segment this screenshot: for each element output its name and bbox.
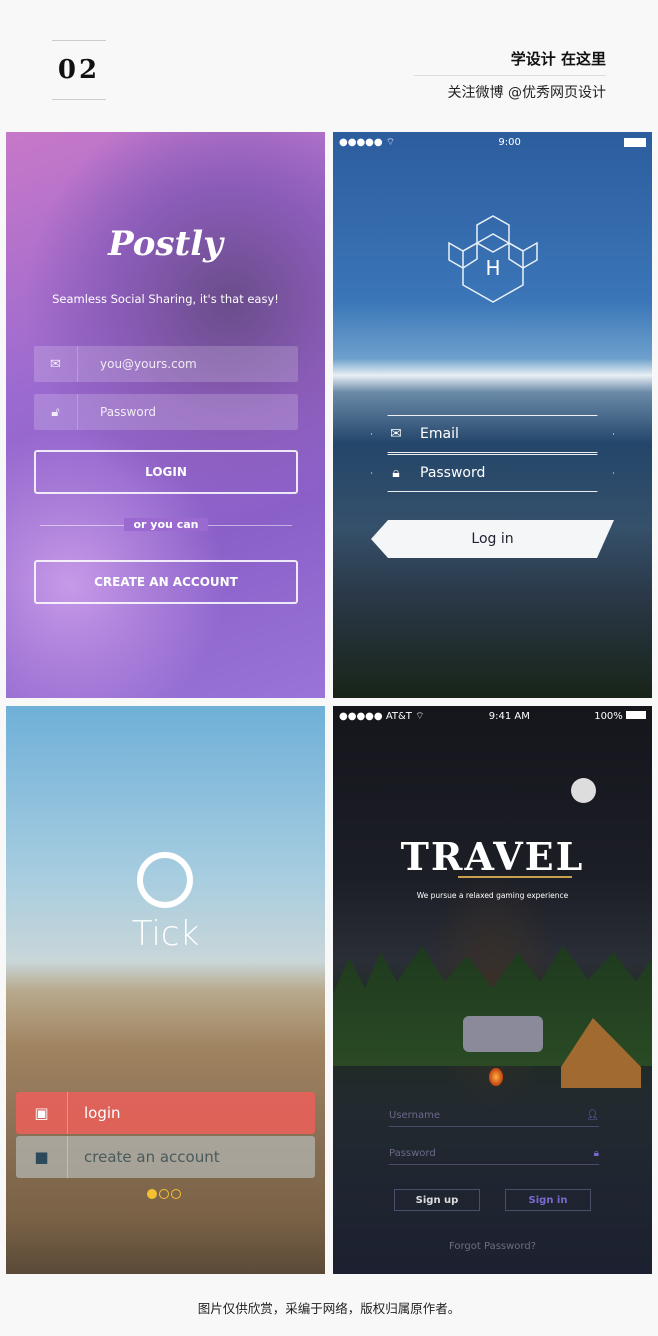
postly-login-screen: Postly Seamless Social Sharing, it's tha… xyxy=(6,132,325,698)
postly-tagline: Seamless Social Sharing, it's that easy! xyxy=(52,292,279,306)
page-indicator xyxy=(147,1189,181,1199)
carrier: ●●●●● AT&T ⌔ xyxy=(339,710,425,722)
password-placeholder: Password xyxy=(420,465,486,481)
login-button[interactable]: ▣ login xyxy=(16,1092,315,1134)
status-bar: ●●●●● ︎⌔ 9:00 xyxy=(333,132,652,152)
login-button[interactable]: LOGIN xyxy=(34,450,298,494)
battery-icon xyxy=(624,137,646,147)
tick-logo: Tick xyxy=(131,914,200,954)
moon-icon xyxy=(571,778,596,803)
page-dot[interactable] xyxy=(171,1189,181,1199)
logo-underline xyxy=(458,876,572,878)
forgot-password-link[interactable]: Forgot Password? xyxy=(333,1241,652,1252)
battery-icon xyxy=(625,710,646,719)
footer-note: 图片仅供欣赏，采编于网络，版权归属原作者。 xyxy=(197,1301,461,1316)
lock-icon: 🔒︎ xyxy=(593,1148,599,1159)
password-placeholder: Password xyxy=(100,405,157,419)
hex-logo-letter: H xyxy=(485,256,501,280)
slogan-title: 学设计 在这里 xyxy=(414,48,606,76)
box-open-icon: ▣ xyxy=(16,1092,68,1134)
status-bar: ●●●●● AT&T ⌔ 9:41 AM 100% xyxy=(333,706,652,726)
username-placeholder: Username xyxy=(389,1110,440,1121)
hex-login-screen: ●●●●● ︎⌔ 9:00 H ✉ Email 🔒︎ Password Log in xyxy=(333,132,652,698)
tick-logo-icon xyxy=(137,852,193,908)
login-button[interactable]: Log in xyxy=(371,520,614,558)
login-label: login xyxy=(84,1104,121,1122)
create-account-button[interactable]: CREATE AN ACCOUNT xyxy=(34,560,298,604)
envelope-icon: ✉ xyxy=(390,426,402,442)
email-field[interactable]: ✉ you@yours.com xyxy=(34,346,298,382)
email-field[interactable]: ✉ Email xyxy=(371,415,614,453)
travel-logo: TRAVEL xyxy=(400,834,585,879)
lock-icon: 🔒︎ xyxy=(392,465,400,481)
sign-up-button[interactable]: Sign up xyxy=(394,1189,480,1211)
section-number: 02 xyxy=(52,40,106,100)
password-placeholder: Password xyxy=(389,1148,436,1159)
signal-icon: ●●●●● ︎⌔ xyxy=(339,136,396,148)
page-dot-active[interactable] xyxy=(147,1189,157,1199)
tick-login-screen: Tick ▣ login ■ create an account xyxy=(6,706,325,1274)
status-time: 9:41 AM xyxy=(488,710,530,722)
create-label: create an account xyxy=(84,1148,220,1166)
campfire-icon xyxy=(489,1068,503,1086)
car-illustration xyxy=(463,1016,543,1052)
header-slogan: 学设计 在这里 关注微博 @优秀网页设计 xyxy=(414,48,606,102)
sign-in-button[interactable]: Sign in xyxy=(505,1189,591,1211)
username-field[interactable]: Username 👤︎ xyxy=(389,1110,599,1127)
travel-login-screen: ●●●●● AT&T ⌔ 9:41 AM 100% TRAVEL We purs… xyxy=(333,706,652,1274)
create-account-button[interactable]: ■ create an account xyxy=(16,1136,315,1178)
password-field[interactable]: 🔓︎ Password xyxy=(34,394,298,430)
password-field[interactable]: Password 🔒︎ xyxy=(389,1148,599,1165)
travel-tagline: We pursue a relaxed gaming experience xyxy=(416,891,569,900)
envelope-icon: ✉ xyxy=(34,346,78,382)
status-time: 9:00 xyxy=(498,136,521,148)
battery: 100% xyxy=(594,710,646,722)
email-placeholder: Email xyxy=(420,426,459,442)
password-field[interactable]: 🔒︎ Password xyxy=(371,454,614,492)
page-dot[interactable] xyxy=(159,1189,169,1199)
slogan-subtitle: 关注微博 @优秀网页设计 xyxy=(447,85,606,101)
lock-icon: 🔓︎ xyxy=(34,394,78,430)
box-icon: ■ xyxy=(16,1136,68,1178)
user-icon: 👤︎ xyxy=(586,1110,599,1121)
email-placeholder: you@yours.com xyxy=(100,357,197,371)
postly-logo: Postly xyxy=(108,224,223,264)
divider-text: or you can xyxy=(124,518,208,531)
